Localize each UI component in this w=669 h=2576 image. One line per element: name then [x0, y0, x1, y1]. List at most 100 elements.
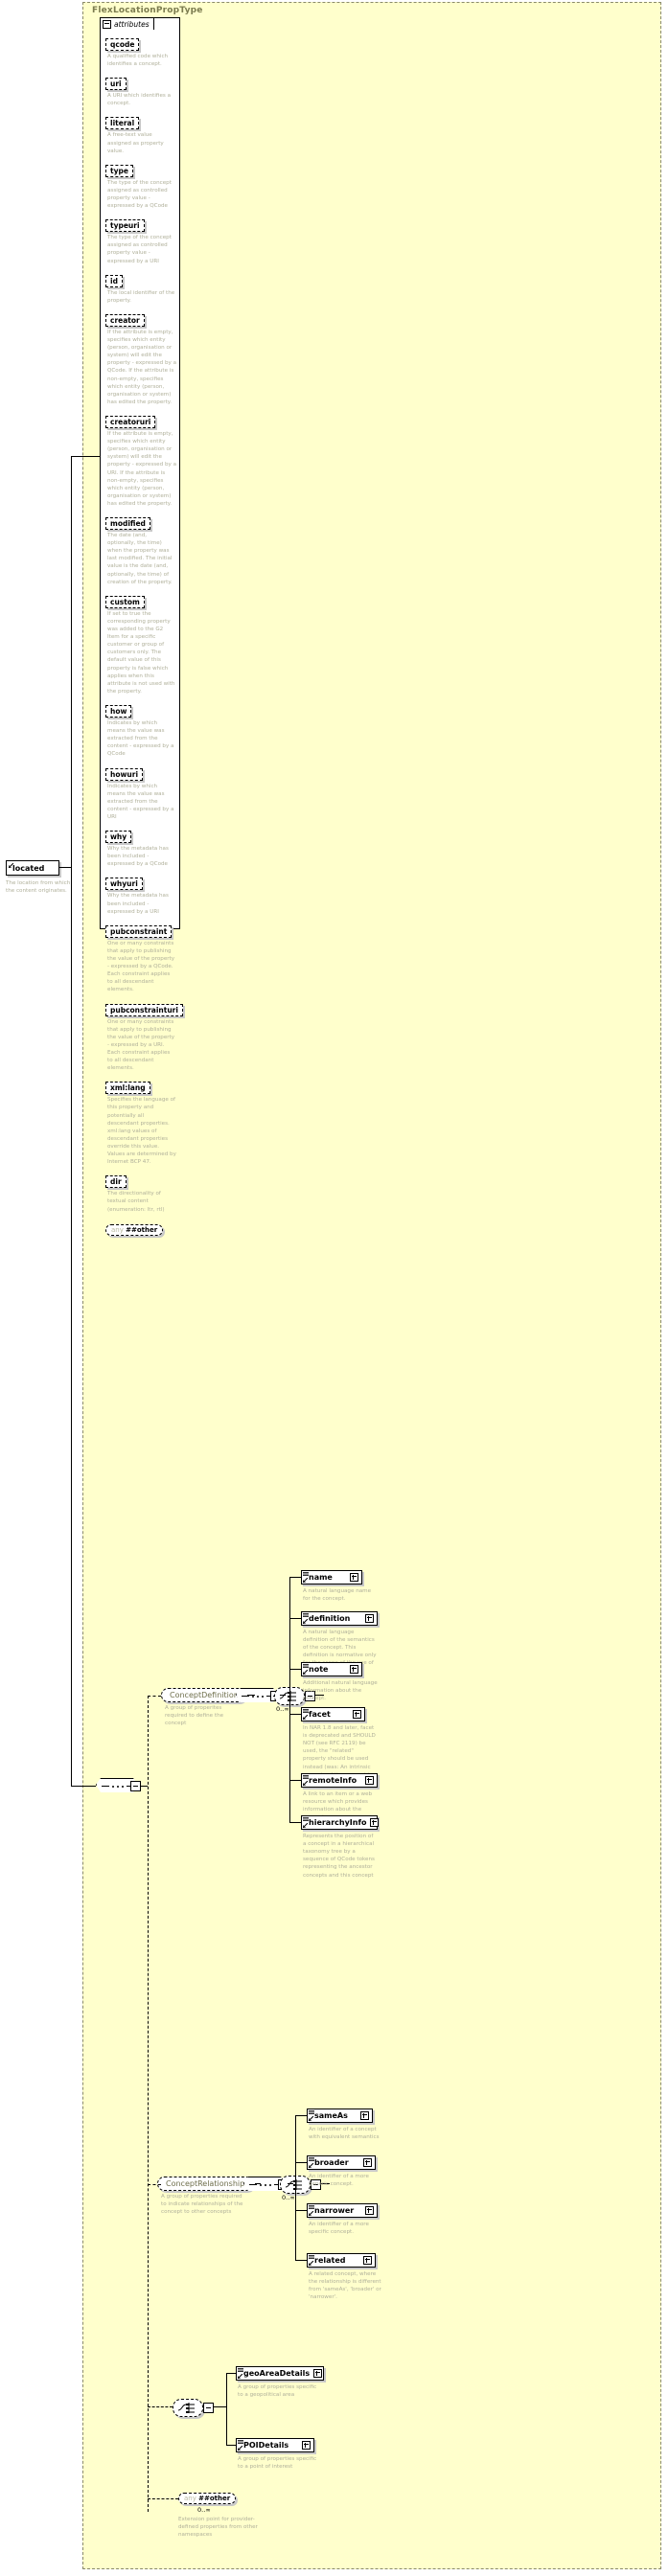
attribute-pubconstrainturi[interactable]: pubconstrainturi [105, 1004, 183, 1016]
expand-icon[interactable] [350, 1665, 358, 1674]
element-remoteinfo[interactable]: remoteInfo [301, 1773, 378, 1788]
attribute-description: The type of the concept assigned as cont… [107, 179, 176, 210]
element-sameas[interactable]: sameAs [307, 2109, 373, 2123]
element-broader[interactable]: broader [307, 2155, 376, 2170]
element-label: narrower [314, 2206, 354, 2215]
element-label: definition [309, 1614, 350, 1623]
connector-line-dashed [148, 1696, 149, 2512]
attribute-pubconstraint[interactable]: pubconstraint [105, 925, 172, 938]
element-poidetails[interactable]: POIDetails [236, 2438, 314, 2452]
connector-line [289, 1577, 290, 1822]
expand-icon[interactable] [350, 1573, 358, 1582]
connector-line [289, 1714, 301, 1715]
attribute-custom[interactable]: custom [105, 596, 145, 608]
attribute-uri[interactable]: uri [105, 78, 127, 90]
element-related[interactable]: related [307, 2253, 376, 2268]
element-description: A group of properties specific to a poin… [238, 2455, 320, 2471]
element-facet[interactable]: facet [301, 1707, 365, 1721]
connector-line [295, 2260, 307, 2261]
connector-line [288, 2183, 293, 2184]
attribute-description: The type of the concept assigned as cont… [107, 234, 176, 264]
element-any-other[interactable]: any ##other [178, 2493, 236, 2504]
attribute-how[interactable]: how [105, 705, 131, 718]
connector-line [71, 456, 100, 457]
element-lines-icon [303, 1775, 309, 1779]
element-label: facet [309, 1710, 331, 1719]
element-narrower[interactable]: narrower [307, 2203, 378, 2218]
attribute-howuri[interactable]: howuri [105, 768, 143, 781]
element-arrow-icon [303, 1823, 308, 1828]
attribute-item: howIndicates by which means the value wa… [105, 699, 176, 759]
expand-icon[interactable] [363, 2256, 372, 2265]
attribute-dir[interactable]: dir [105, 1175, 127, 1188]
connector-line [280, 1695, 286, 1696]
cardinality-label: 0..∞ [197, 2506, 211, 2514]
attribute-id[interactable]: id [105, 275, 123, 287]
element-hierarchyinfo[interactable]: hierarchyInfo [301, 1815, 378, 1830]
attribute-type[interactable]: type [105, 165, 133, 177]
attribute-typeuri[interactable]: typeuri [105, 219, 145, 232]
attribute-creatoruri[interactable]: creatoruri [105, 416, 155, 428]
attribute-why[interactable]: why [105, 831, 131, 843]
expand-icon[interactable] [365, 1776, 374, 1785]
element-arrow-icon [238, 2446, 242, 2451]
element-label: note [309, 1665, 328, 1674]
attribute-item: custom If set to true the corresponding p… [105, 590, 176, 695]
connector-line [59, 867, 71, 868]
group-conceptdefinitiongroup[interactable]: ConceptDefinitionGroup [161, 1688, 245, 1702]
expand-icon[interactable] [360, 2111, 369, 2120]
element-arrow-icon [309, 2211, 313, 2216]
attribute-creator[interactable]: creator [105, 314, 145, 327]
connector-line [295, 2115, 307, 2116]
expand-icon[interactable] [370, 1818, 379, 1827]
group-conceptrelationshipsgroup[interactable]: ConceptRelationshipsGroup [157, 2177, 253, 2191]
attribute-description: Why the metadata has been included - exp… [107, 845, 176, 868]
attribute-description: A URI which identifies a concept. [107, 92, 176, 107]
connector-line [289, 1669, 301, 1670]
element-definition[interactable]: definition [301, 1611, 378, 1626]
attribute-whyuri[interactable]: whyuri [105, 878, 143, 890]
element-description: A group of properites required to define… [165, 1704, 245, 1727]
attribute-modified[interactable]: modified [105, 517, 150, 530]
element-label: geoAreaDetails [243, 2369, 310, 2378]
expand-icon[interactable] [302, 2441, 311, 2450]
element-name[interactable]: name [301, 1570, 362, 1584]
attribute-any-other[interactable]: any ##other [105, 1224, 163, 1236]
connector-line [140, 1786, 148, 1787]
element-located[interactable]: located [6, 860, 59, 876]
expand-icon[interactable] [363, 2158, 372, 2167]
attribute-xml-lang[interactable]: xml:lang [105, 1082, 150, 1094]
attribute-item: dirThe directionality of textual content… [105, 1170, 176, 1213]
cardinality-label: 0..∞ [276, 1705, 289, 1713]
expand-icon[interactable] [365, 2206, 374, 2215]
element-description: A group of properties specific to a geop… [238, 2383, 320, 2399]
element-geoareadetails[interactable]: geoAreaDetails [236, 2366, 324, 2381]
expand-icon[interactable] [313, 2369, 322, 2378]
attribute-literal[interactable]: literal [105, 117, 139, 129]
element-arrow-icon [238, 2374, 242, 2379]
element-lines-icon [238, 2440, 243, 2444]
choice-icon-details[interactable] [173, 2399, 203, 2417]
minus-box-icon[interactable] [103, 20, 111, 29]
attribute-description: One or many constraints that apply to pu… [107, 940, 176, 994]
expand-icon[interactable] [365, 1614, 374, 1623]
connector-line [71, 867, 72, 1787]
connector-line [71, 1786, 96, 1787]
attribute-description: If the attribute is empty, specifies whi… [107, 329, 176, 406]
any-keyword: any [184, 2495, 196, 2502]
collapse-toggle[interactable] [203, 2403, 214, 2413]
element-description: A related concept, where the relationshi… [309, 2270, 383, 2301]
attribute-item: pubconstraint One or many constraints tha… [105, 920, 176, 994]
element-arrow-icon [303, 1715, 308, 1720]
attribute-item: modifiedThe date (and, optionally, the t… [105, 512, 176, 586]
element-description: An identifier of a more generic concept. [309, 2173, 383, 2188]
element-lines-icon [238, 2368, 243, 2372]
attribute-description: If set to true the corresponding propert… [107, 610, 176, 695]
expand-icon[interactable] [353, 1710, 361, 1719]
attributes-tab[interactable]: attributes [100, 17, 154, 30]
element-description: A group of properties required to indica… [161, 2193, 247, 2216]
attribute-qcode[interactable]: qcode [105, 38, 139, 51]
element-located-description: The location from which the content orig… [6, 879, 75, 895]
element-note[interactable]: note [301, 1662, 362, 1676]
element-lines-icon [309, 2255, 314, 2259]
